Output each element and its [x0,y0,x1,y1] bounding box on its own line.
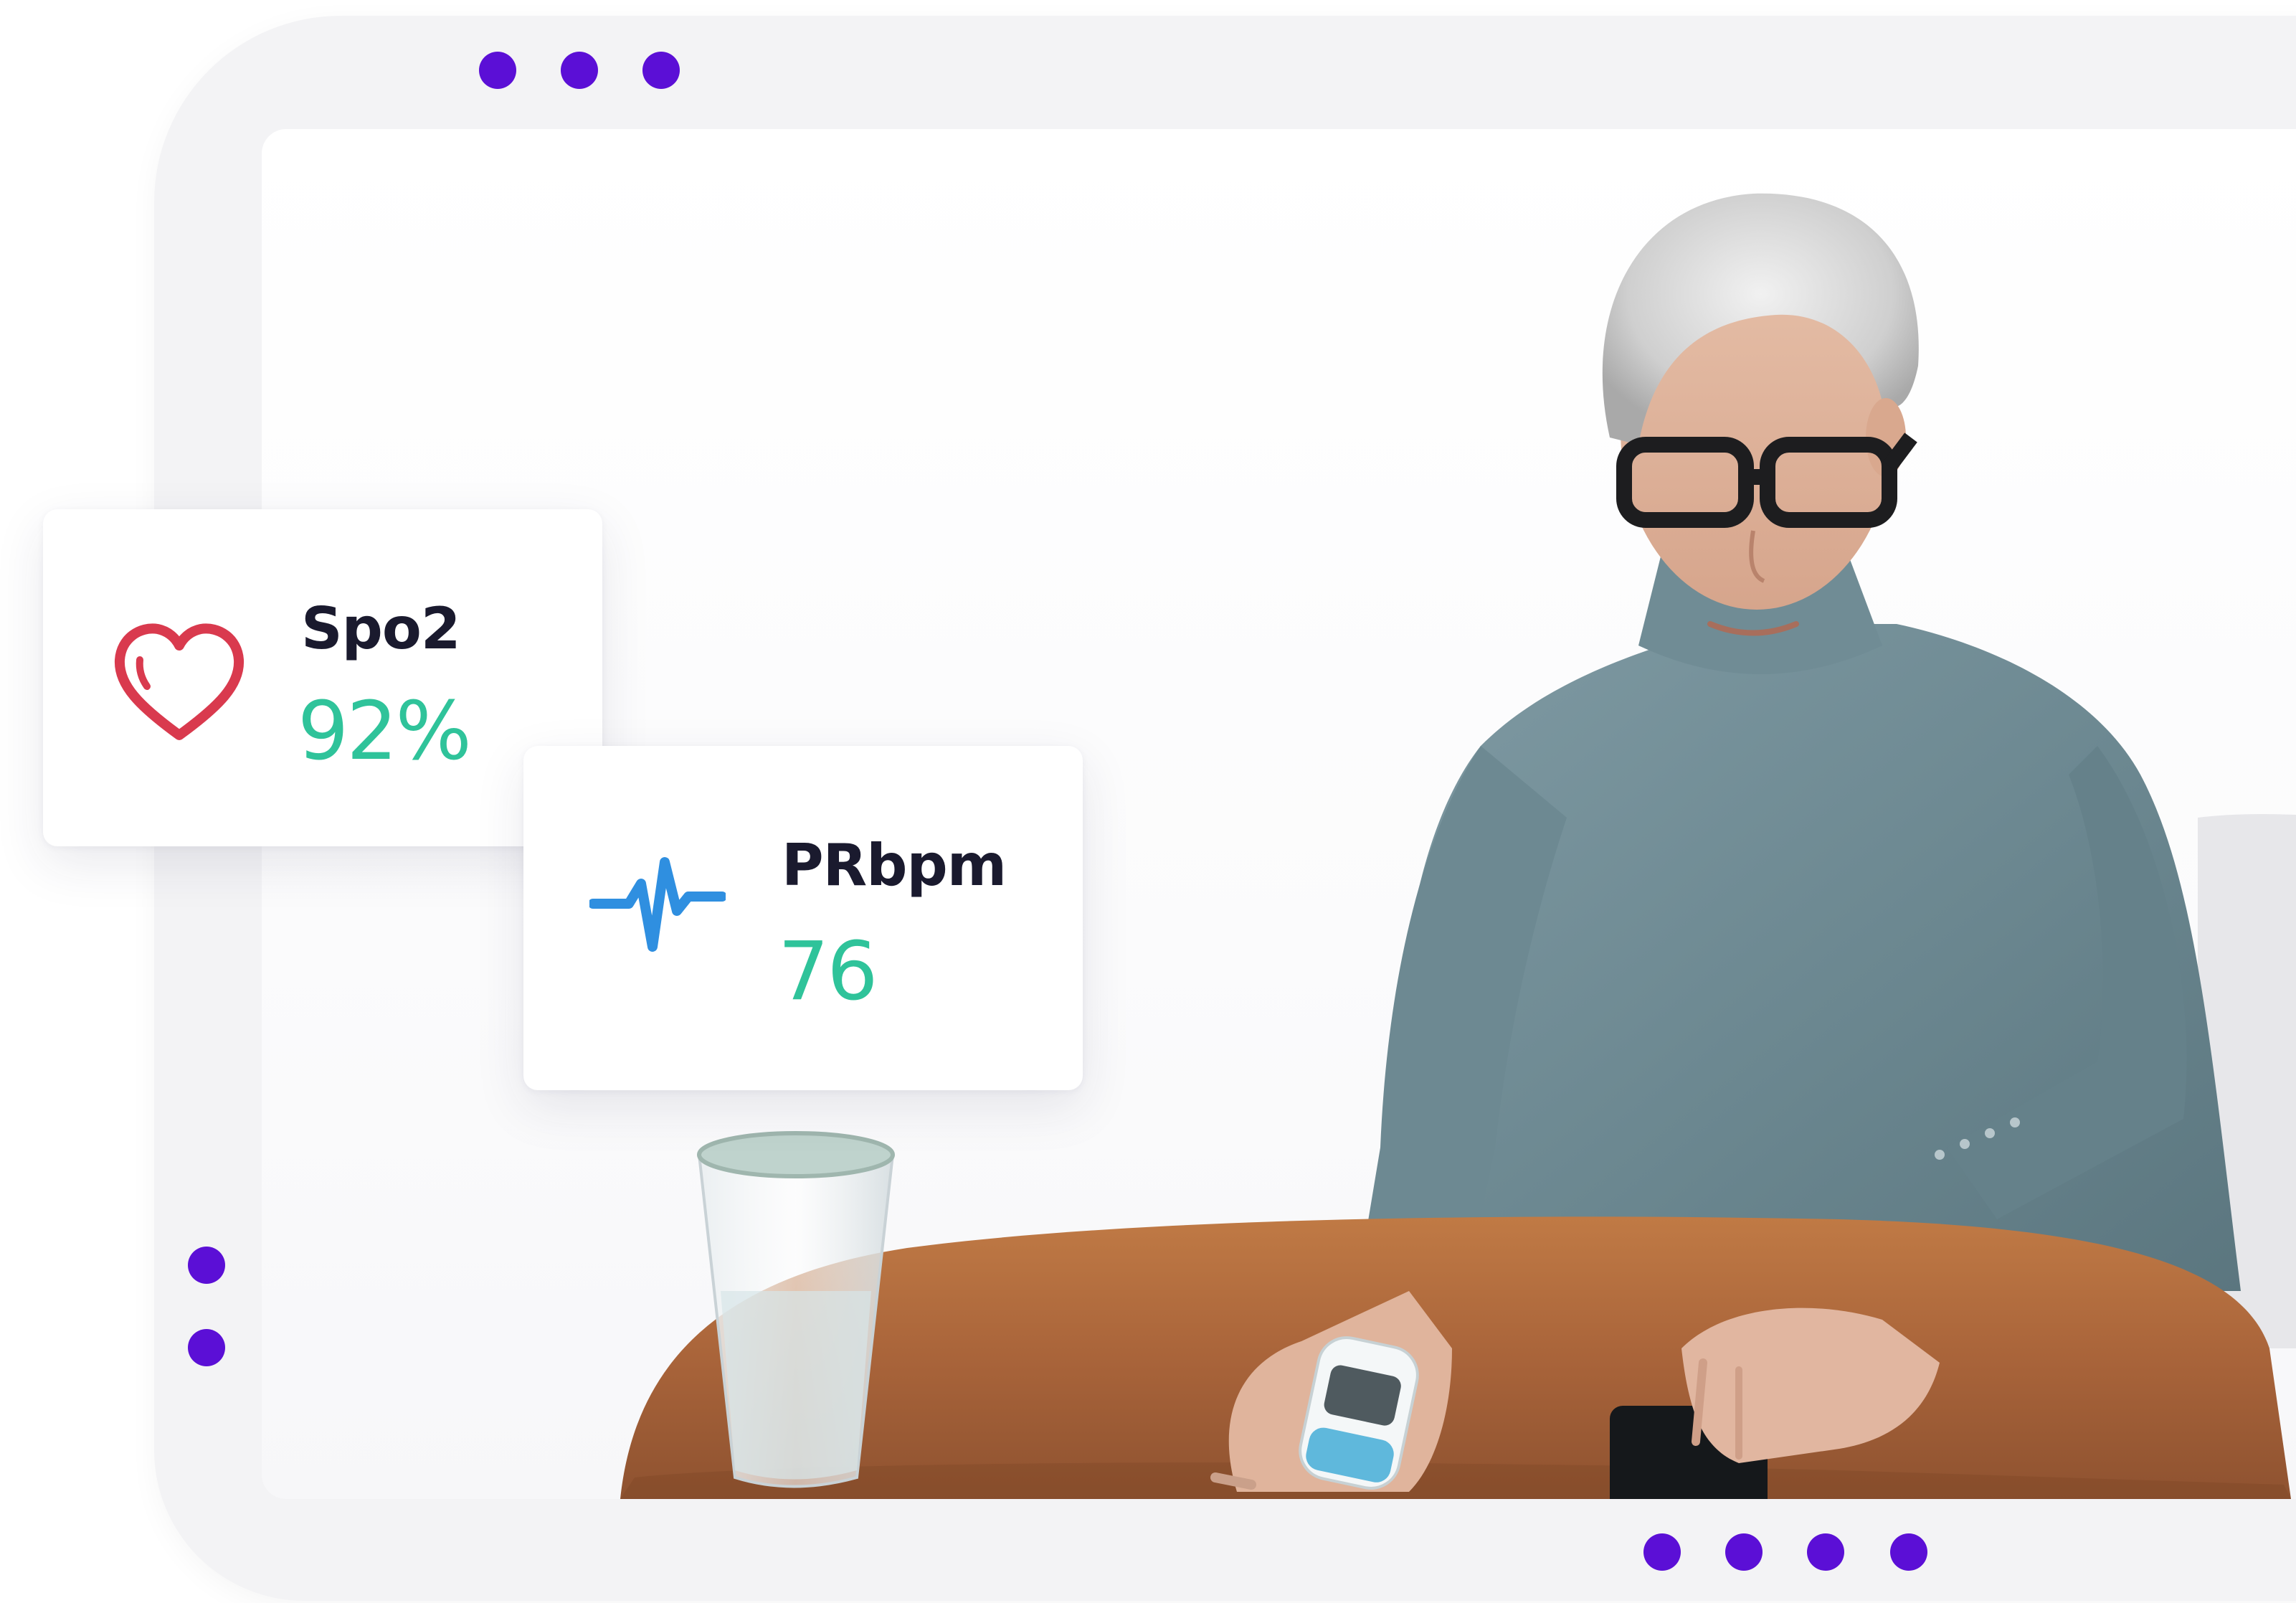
pulse-wave-icon [589,857,726,952]
decor-dot [561,52,598,89]
spo2-metric-card: Spo2 92% [43,509,602,846]
metric-label: Spo2 [301,595,461,662]
decor-dot [188,1247,225,1284]
decor-dot [1725,1533,1763,1571]
decor-dot [642,52,680,89]
metric-value: 92% [298,685,472,778]
decor-dot [1807,1533,1844,1571]
heart-icon [114,623,245,740]
metric-label: PRbpm [782,832,1007,899]
decor-dot [479,52,516,89]
metric-value: 76 [778,925,878,1018]
prbpm-metric-card: PRbpm 76 [523,746,1083,1090]
decor-dot [1643,1533,1681,1571]
decor-dot [1890,1533,1927,1571]
decor-dot [188,1329,225,1366]
hero-illustration: Spo2 92% PRbpm 76 [0,0,2296,1603]
